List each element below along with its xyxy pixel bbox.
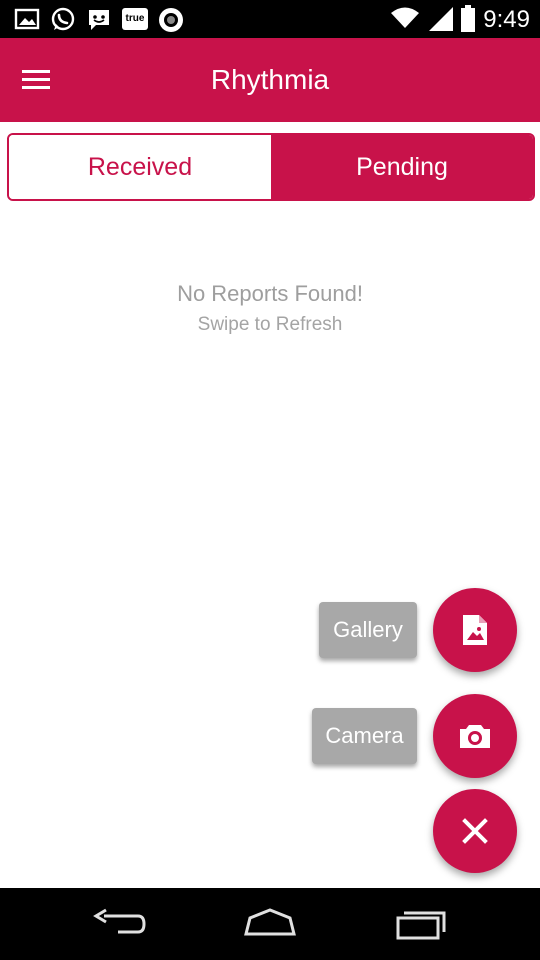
empty-state-subtitle[interactable]: Swipe to Refresh bbox=[0, 314, 540, 336]
empty-state-title: No Reports Found! bbox=[177, 281, 363, 306]
wifi-icon bbox=[391, 7, 419, 28]
recents-icon[interactable] bbox=[394, 906, 450, 942]
tab-pending[interactable]: Pending bbox=[271, 135, 533, 199]
camera-icon bbox=[460, 725, 490, 748]
status-time: 9:49 bbox=[483, 6, 530, 33]
battery-icon bbox=[461, 5, 475, 32]
messenger-icon bbox=[89, 10, 109, 30]
image-file-icon bbox=[463, 615, 487, 645]
status-bar: true 9:49 bbox=[0, 0, 540, 38]
tab-received[interactable]: Received bbox=[9, 135, 271, 199]
camera-label-button[interactable]: Camera bbox=[312, 708, 417, 764]
camera-label: Camera bbox=[325, 723, 404, 748]
back-icon[interactable] bbox=[92, 906, 148, 942]
signal-icon bbox=[429, 7, 453, 31]
close-icon bbox=[462, 818, 488, 844]
gallery-label: Gallery bbox=[333, 617, 403, 642]
tab-pending-label: Pending bbox=[356, 152, 448, 181]
app-title: Rhythmia bbox=[210, 64, 330, 95]
image-icon bbox=[14, 8, 40, 30]
circle-app-icon bbox=[159, 8, 183, 32]
tab-received-label: Received bbox=[87, 152, 193, 181]
truemoney-text: true bbox=[125, 13, 145, 24]
whatsapp-icon bbox=[51, 7, 75, 31]
home-icon[interactable] bbox=[242, 906, 298, 942]
gallery-fab-button[interactable] bbox=[433, 588, 517, 672]
system-nav-bar bbox=[0, 888, 540, 960]
camera-fab-button[interactable] bbox=[433, 694, 517, 778]
app-bar: Rhythmia bbox=[0, 38, 540, 122]
report-tabs: Received Pending bbox=[7, 133, 535, 201]
close-fab-button[interactable] bbox=[433, 789, 517, 873]
truemoney-icon: true bbox=[122, 8, 148, 30]
gallery-label-button[interactable]: Gallery bbox=[319, 602, 417, 658]
